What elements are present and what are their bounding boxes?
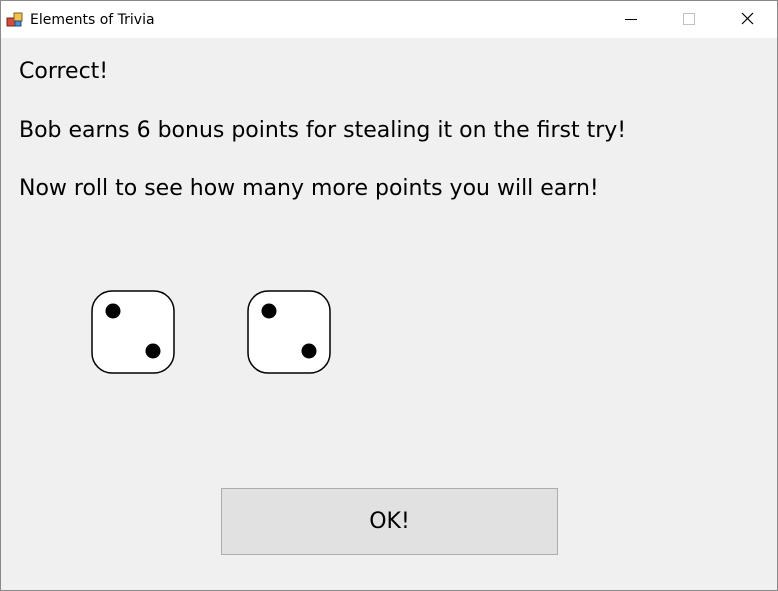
- die-2: [247, 290, 331, 374]
- minimize-icon: [625, 19, 637, 20]
- title-bar: Elements of Trivia: [1, 1, 777, 38]
- app-icon: [6, 11, 24, 29]
- ok-button[interactable]: OK!: [221, 488, 558, 555]
- dialog-content: Correct! Bob earns 6 bonus points for st…: [1, 38, 777, 590]
- bonus-label: Bob earns 6 bonus points for stealing it…: [19, 118, 627, 143]
- die-face-two-icon: [247, 290, 331, 374]
- result-label: Correct!: [19, 59, 109, 84]
- die-1: [91, 290, 175, 374]
- close-icon: [741, 12, 754, 25]
- maximize-icon: [683, 13, 695, 25]
- app-window: Elements of Trivia Correct! Bob earns 6 …: [0, 0, 778, 591]
- maximize-button[interactable]: [659, 1, 717, 38]
- window-title: Elements of Trivia: [30, 12, 155, 28]
- die-face-two-icon: [91, 290, 175, 374]
- close-button[interactable]: [719, 1, 777, 38]
- minimize-button[interactable]: [601, 1, 659, 38]
- roll-prompt-label: Now roll to see how many more points you…: [19, 176, 599, 201]
